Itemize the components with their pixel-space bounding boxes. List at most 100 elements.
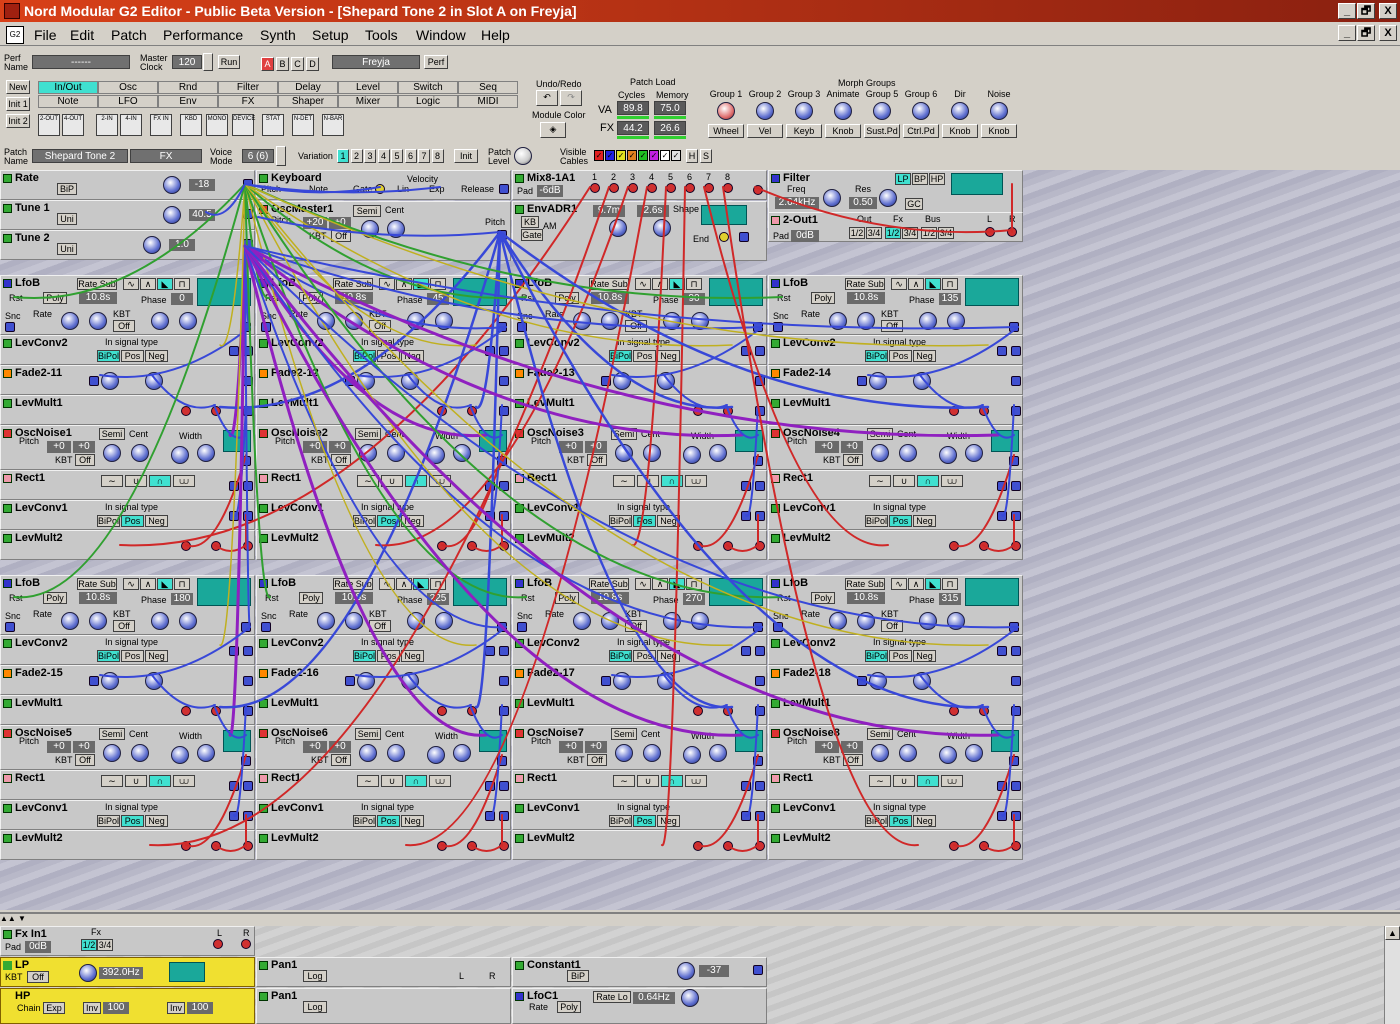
levconv-module[interactable]: LevConv1 In signal type BiPol Pos Neg <box>768 500 1023 530</box>
rate-display[interactable]: 10.8s <box>591 292 629 304</box>
r-jack[interactable] <box>1007 227 1017 237</box>
input-jack[interactable] <box>997 511 1007 521</box>
input-jack[interactable] <box>693 841 703 851</box>
routing-button[interactable]: 1/2 <box>849 227 865 239</box>
attack-knob[interactable] <box>609 219 627 237</box>
mix-knob[interactable] <box>613 672 631 690</box>
input-jack[interactable] <box>229 511 239 521</box>
sync-jack[interactable] <box>261 322 271 332</box>
rect-module[interactable]: Rect1 ∼ ∪ ∩ ⩊ <box>256 770 511 800</box>
output-jack[interactable] <box>753 185 763 195</box>
init1-button[interactable]: Init 1 <box>6 97 30 111</box>
input-jack[interactable] <box>229 781 239 791</box>
fade-module[interactable]: Fade2-16 <box>256 665 511 695</box>
rate-knob[interactable] <box>61 312 79 330</box>
hide-cables-button[interactable]: H <box>686 149 698 163</box>
semi-display[interactable]: +0 <box>47 441 71 453</box>
phase-display[interactable]: 270 <box>683 593 705 605</box>
input-jack[interactable] <box>741 346 751 356</box>
cable-color-checkbox[interactable]: ✓ <box>605 150 615 161</box>
osc-master-module[interactable]: OscMaster1 Pitch Semi Cent +20 +0 KBT Off Pitch <box>256 201 511 261</box>
wave-button[interactable]: ∿ <box>635 278 651 290</box>
new-button[interactable]: New <box>6 80 30 94</box>
signal-type-button[interactable]: Neg <box>145 515 168 527</box>
poly-button[interactable]: Poly <box>43 292 67 304</box>
signal-type-button[interactable]: BiPol <box>353 650 376 662</box>
category-tab-fx[interactable]: FX <box>218 95 278 108</box>
levmult-module[interactable]: LevMult1 <box>768 695 1023 725</box>
cent-display[interactable]: +0 <box>73 741 95 753</box>
signal-type-button[interactable]: Neg <box>657 515 680 527</box>
input-jack[interactable] <box>857 676 867 686</box>
levmult-module[interactable]: LevMult1 <box>512 695 767 725</box>
slot-select[interactable]: FX <box>130 149 202 163</box>
wave-button[interactable]: ∿ <box>891 578 907 590</box>
input-jack[interactable] <box>345 676 355 686</box>
cent-knob[interactable] <box>387 744 405 762</box>
wave-button[interactable]: ∿ <box>891 278 907 290</box>
mdi-close-button[interactable]: X <box>1379 25 1397 41</box>
lfo-module[interactable]: LfoB Rate Sub Rst Poly 10.8s Phase 315 ∿ ∧ ◣ ⊓ Snc R… <box>768 575 1023 635</box>
semi-display[interactable]: +0 <box>815 741 839 753</box>
wave-button[interactable]: ⊓ <box>686 278 702 290</box>
signal-type-button[interactable]: Neg <box>401 815 424 827</box>
signal-type-button[interactable]: BiPol <box>609 350 632 362</box>
poly-button[interactable]: Poly <box>811 292 835 304</box>
rate-display[interactable]: 10.8s <box>79 292 117 304</box>
osc-noise-module[interactable]: OscNoise1 Pitch Semi Cent +0 +0 KBT Off Width <box>0 425 255 470</box>
rect-mode-button[interactable]: ∪ <box>125 475 147 487</box>
rect-mode-button[interactable]: ∪ <box>637 475 659 487</box>
output-l-jack[interactable] <box>213 939 223 949</box>
close-button[interactable]: X <box>1379 3 1397 19</box>
cable-color-checkbox[interactable]: ✓ <box>616 150 626 161</box>
kbt-button[interactable]: Off <box>625 320 647 332</box>
input-jack[interactable] <box>437 841 447 851</box>
signal-type-button[interactable]: BiPol <box>97 650 120 662</box>
cable-color-checkbox[interactable]: ✓ <box>638 150 648 161</box>
output-jack[interactable] <box>243 346 253 356</box>
input-jack[interactable] <box>741 646 751 656</box>
patch-name-field[interactable]: Shepard Tone 2 <box>32 149 128 163</box>
morph-source-button[interactable]: Sust.Pd <box>864 124 900 138</box>
output-jack[interactable] <box>243 646 253 656</box>
rate-knob[interactable] <box>829 312 847 330</box>
cent-knob[interactable] <box>899 744 917 762</box>
mode-hp-button[interactable]: HP <box>929 173 945 185</box>
cent-knob[interactable] <box>643 444 661 462</box>
slot-b-button[interactable]: B <box>276 57 289 71</box>
rect-mode-button[interactable]: ∪ <box>381 475 403 487</box>
synth-name-field[interactable]: Freyja <box>332 55 420 69</box>
rate-display[interactable]: 10.8s <box>847 592 885 604</box>
signal-type-button[interactable]: Neg <box>401 350 424 362</box>
rect-mode-button[interactable]: ∼ <box>869 775 891 787</box>
output-jack[interactable] <box>1011 481 1021 491</box>
pan2-module[interactable]: Pan1 Log <box>256 988 511 1024</box>
lfoc-module[interactable]: LfoC1 Rate Poly Rate Lo 0.64Hz <box>512 988 767 1024</box>
output-jack[interactable] <box>499 676 509 686</box>
env-module[interactable]: EnvADR1 KB AM Gate 9.7m 2.6s Shape End <box>512 201 767 261</box>
bip-button[interactable]: BiP <box>567 970 589 982</box>
rate-mod-knob[interactable] <box>345 312 363 330</box>
levmult-module[interactable]: LevMult1 <box>0 395 255 425</box>
rect-module[interactable]: Rect1 ∼ ∪ ∩ ⩊ <box>0 770 255 800</box>
fade-knob[interactable] <box>657 372 675 390</box>
kbd-module-icon[interactable]: KBD <box>180 114 202 136</box>
perf-button[interactable]: Perf <box>424 55 448 69</box>
gate-button[interactable]: Gate <box>521 229 543 241</box>
fade-knob[interactable] <box>913 672 931 690</box>
input-jack[interactable] <box>741 511 751 521</box>
wave-button[interactable]: ◣ <box>157 578 173 590</box>
constant-knob[interactable] <box>677 962 695 980</box>
input-jack[interactable] <box>741 811 751 821</box>
kbt-button[interactable]: Off <box>369 620 391 632</box>
signal-type-button[interactable]: Pos <box>121 815 144 827</box>
kbt-button[interactable]: Off <box>369 320 391 332</box>
category-tab-mixer[interactable]: Mixer <box>338 95 398 108</box>
output-jack[interactable] <box>243 811 253 821</box>
levmult-module[interactable]: LevMult1 <box>0 695 255 725</box>
osc-noise-module[interactable]: OscNoise8 Pitch Semi Cent +0 +0 KBT Off Width <box>768 725 1023 770</box>
output-jack[interactable] <box>497 622 507 632</box>
wave-button[interactable]: ∿ <box>379 578 395 590</box>
input-jack[interactable] <box>997 781 1007 791</box>
signal-type-button[interactable]: Pos <box>889 515 912 527</box>
